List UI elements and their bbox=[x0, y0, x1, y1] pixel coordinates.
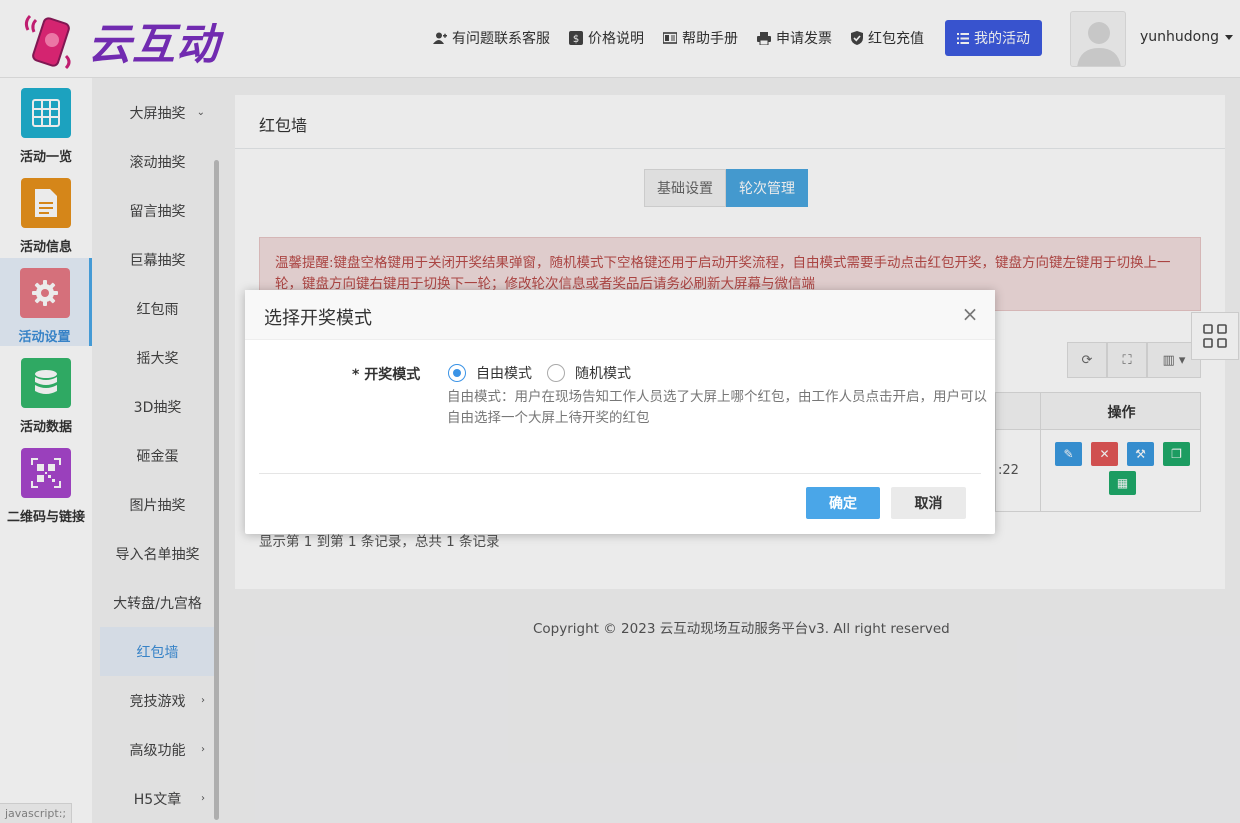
modal-title: 选择开奖模式 bbox=[264, 308, 372, 329]
divider bbox=[259, 473, 981, 474]
radio-checked-icon bbox=[448, 364, 466, 382]
radio-unchecked-icon bbox=[547, 364, 565, 382]
confirm-button[interactable]: 确定 bbox=[806, 487, 880, 519]
field-label-text: 开奖模式 bbox=[364, 367, 421, 383]
radio-random-mode[interactable]: 随机模式 bbox=[547, 363, 631, 383]
close-icon[interactable]: × bbox=[960, 302, 980, 326]
required-mark: * bbox=[352, 367, 365, 383]
radio-label: 随机模式 bbox=[575, 366, 631, 382]
draw-mode-modal: 选择开奖模式 × * 开奖模式 自由模式 随机模式 自由模式：用户在现场告知工作… bbox=[245, 290, 995, 534]
cancel-button[interactable]: 取消 bbox=[891, 487, 966, 519]
mode-description: 自由模式：用户在现场告知工作人员选了大屏上哪个红包，由工作人员点击开启，用户可以… bbox=[447, 389, 987, 426]
modal-header: 选择开奖模式 × bbox=[245, 290, 995, 340]
radio-label: 自由模式 bbox=[476, 366, 532, 382]
field-label-draw-mode: * 开奖模式 bbox=[352, 364, 420, 384]
radio-free-mode[interactable]: 自由模式 bbox=[448, 363, 532, 383]
